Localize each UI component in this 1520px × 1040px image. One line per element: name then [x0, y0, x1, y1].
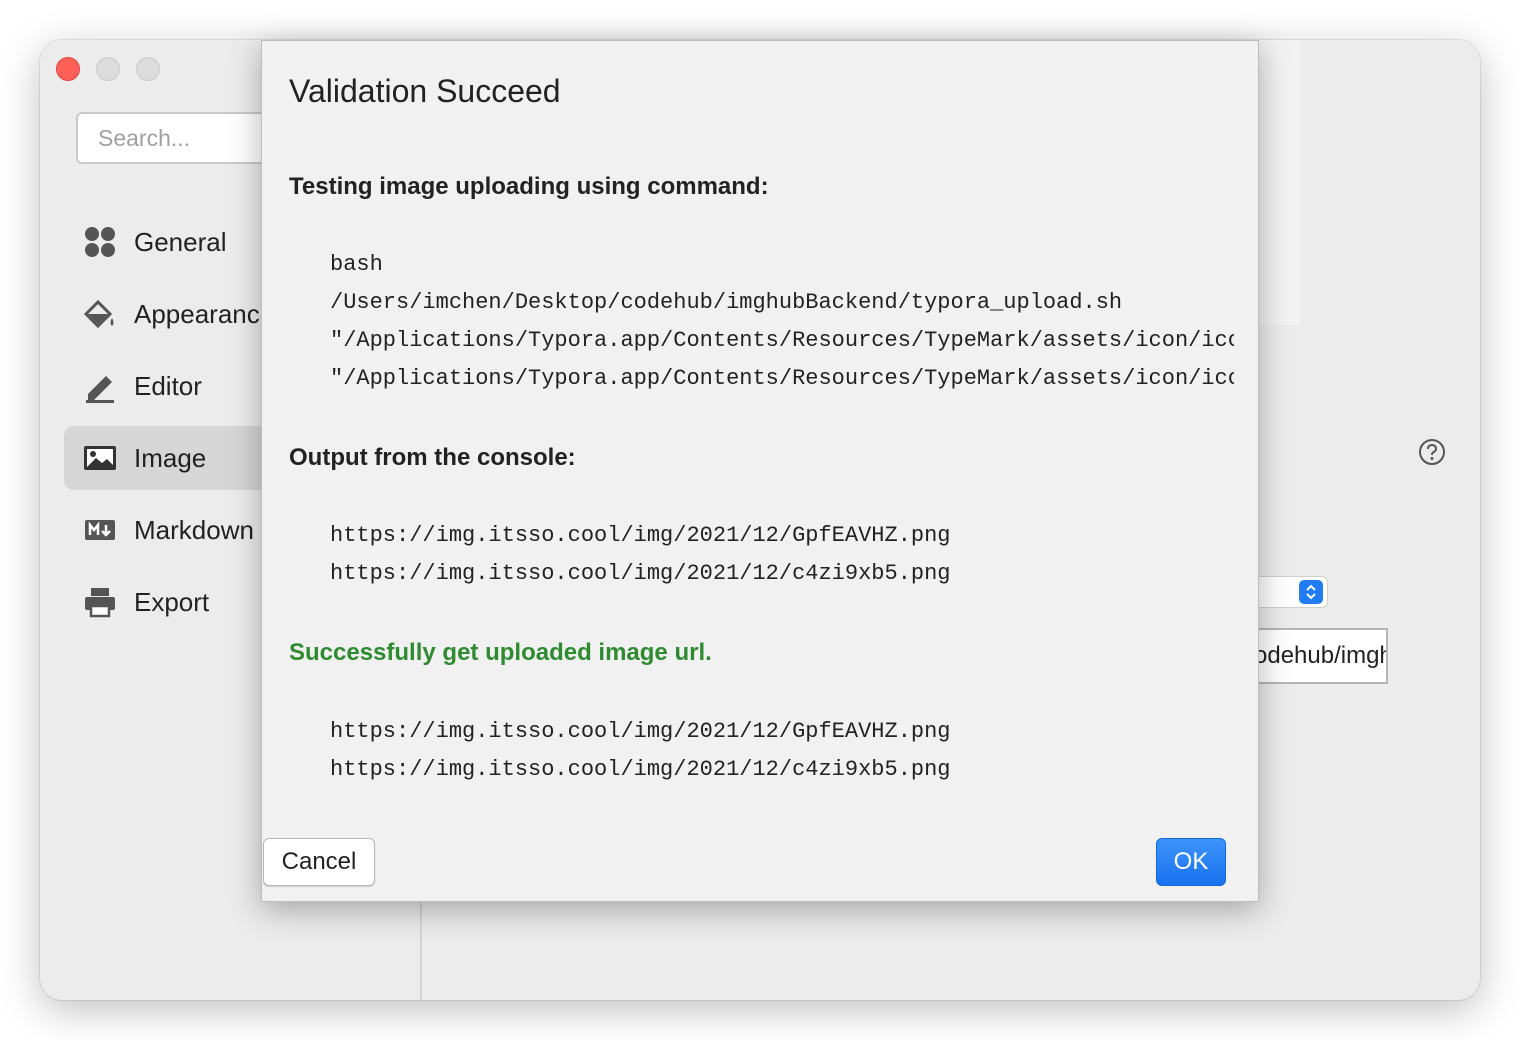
command-line: /Users/imchen/Desktop/codehub/imghubBack…	[330, 290, 1123, 315]
result-url-line: https://img.itsso.cool/img/2021/12/c4zi9…	[330, 757, 951, 782]
sidebar-item-label: Markdown	[134, 514, 254, 545]
zoom-window-button[interactable]	[136, 57, 160, 81]
chevron-up-down-icon	[1299, 580, 1323, 604]
validation-dialog: Validation Succeed Testing image uploadi…	[261, 40, 1259, 902]
sidebar-item-label: Appearance	[134, 298, 275, 329]
command-path-field[interactable]: codehub/imghub	[1240, 628, 1388, 684]
result-url-block: https://img.itsso.cool/img/2021/12/GpfEA…	[330, 713, 1234, 789]
console-line: https://img.itsso.cool/img/2021/12/GpfEA…	[330, 523, 951, 548]
grid-icon	[82, 224, 118, 260]
pencil-icon	[82, 368, 118, 404]
command-line: "/Applications/Typora.app/Contents/Resou…	[330, 328, 1234, 353]
success-message: Successfully get uploaded image url.	[289, 639, 712, 666]
sidebar-item-label: Export	[134, 586, 210, 617]
minimize-window-button[interactable]	[96, 57, 120, 81]
sidebar-item-label: Editor	[134, 370, 202, 401]
console-output-block: https://img.itsso.cool/img/2021/12/GpfEA…	[330, 517, 1234, 593]
command-line: bash	[330, 252, 383, 277]
console-label: Output from the console:	[289, 444, 576, 471]
command-label: Testing image uploading using command:	[289, 173, 769, 200]
help-icon[interactable]	[1418, 438, 1446, 466]
command-line: "/Applications/Typora.app/Contents/Resou…	[330, 366, 1234, 391]
ok-button[interactable]: OK	[1156, 838, 1226, 886]
image-icon	[82, 440, 118, 476]
markdown-icon	[82, 512, 118, 548]
command-block: bash /Users/imchen/Desktop/codehub/imghu…	[330, 246, 1234, 398]
close-window-button[interactable]	[56, 57, 80, 81]
result-url-line: https://img.itsso.cool/img/2021/12/GpfEA…	[330, 719, 951, 744]
sidebar-item-label: Image	[134, 442, 207, 473]
sidebar-divider	[420, 900, 422, 1000]
dialog-title: Validation Succeed	[289, 73, 561, 109]
paint-bucket-icon	[82, 296, 118, 332]
printer-icon	[82, 584, 118, 620]
sidebar-item-label: General	[134, 226, 227, 257]
cancel-button[interactable]: Cancel	[263, 838, 375, 886]
console-line: https://img.itsso.cool/img/2021/12/c4zi9…	[330, 561, 951, 586]
